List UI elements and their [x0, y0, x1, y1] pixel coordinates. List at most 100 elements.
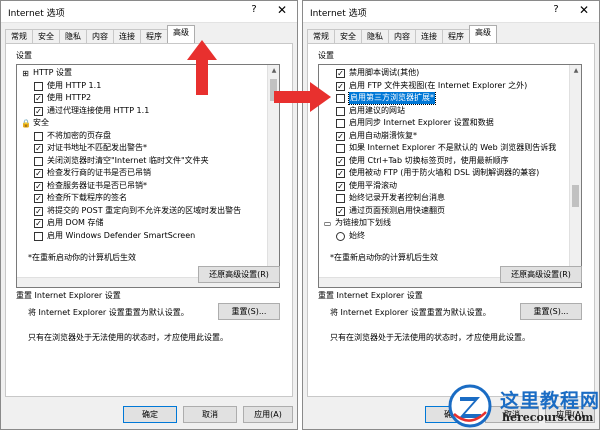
restore-advanced-settings-button[interactable]: 还原高级设置(R) — [500, 266, 582, 283]
lock-icon: 🔒 — [21, 119, 31, 128]
settings-item-label: 始终记录开发者控制台消息 — [349, 193, 445, 202]
checkbox[interactable]: ✓ — [34, 94, 43, 103]
reset-warning-note: 只有在浏览器处于无法使用的状态时，才应使用此设置。 — [28, 333, 228, 342]
reset-button[interactable]: 重置(S)... — [520, 303, 582, 320]
settings-item-label: 使用被动 FTP (用于防火墙和 DSL 调制解调器的兼容) — [349, 168, 540, 177]
settings-list-item[interactable]: ✓ 将提交的 POST 重定向到不允许发送的区域时发出警告 — [17, 205, 267, 218]
settings-list-item[interactable]: ▭ 为链接加下划线 — [319, 217, 569, 230]
close-button[interactable]: ✕ — [273, 3, 291, 17]
settings-item-label: 启用同步 Internet Explorer 设置和数据 — [349, 118, 494, 127]
settings-list-item[interactable]: 🔒 安全 — [17, 117, 267, 130]
scrollbar-thumb[interactable] — [572, 185, 579, 207]
settings-item-label: 启用自动崩溃恢复* — [349, 130, 417, 140]
advanced-tab-panel: 设置 ✓ 禁用脚本调试(其他) ✓ 启用 FTP 文件夹视图(在 Internet E… — [307, 43, 595, 397]
checkbox[interactable]: ✓ — [34, 181, 43, 191]
settings-list-item[interactable]: ✓ 使用平滑滚动 — [319, 180, 569, 193]
restart-note: *在重新启动你的计算机后生效 — [330, 253, 438, 262]
checkbox[interactable]: ✓ — [34, 194, 43, 203]
settings-item-label: 启用第三方浏览器扩展* — [348, 92, 436, 105]
settings-list-item[interactable]: ✓ 对证书地址不匹配发出警告* — [17, 142, 267, 155]
settings-list-item[interactable]: 启用同步 Internet Explorer 设置和数据 — [319, 117, 569, 130]
checkbox[interactable] — [34, 156, 43, 166]
title-bar: Internet 选项 ? ✕ — [1, 1, 297, 23]
settings-list-item[interactable]: ✓ 通过页面预测启用快速翻页 — [319, 205, 569, 218]
settings-list-item[interactable]: ✓ 启用自动崩溃恢复* — [319, 130, 569, 143]
checkbox[interactable] — [336, 194, 345, 203]
settings-list-item[interactable]: 不将加密的页存盘 — [17, 130, 267, 143]
internet-options-dialog-right: Internet 选项 ? ✕ 常规 安全 隐私 内容 连接 程序 高级 设置 ✓ 禁用脚本调… — [302, 0, 600, 430]
settings-list-item[interactable]: ✓ 使用 HTTP2 — [17, 92, 267, 105]
settings-list-item[interactable]: 如果 Internet Explorer 不是默认的 Web 浏览器则告诉我 — [319, 142, 569, 155]
settings-item-label: 如果 Internet Explorer 不是默认的 Web 浏览器则告诉我 — [349, 143, 557, 152]
checkbox[interactable]: ✓ — [34, 106, 43, 116]
settings-list-item[interactable]: ✓ 使用 Ctrl+Tab 切换标签页时，使用最新顺序 — [319, 155, 569, 168]
checkbox[interactable]: ✓ — [336, 69, 345, 78]
checkbox[interactable]: ✓ — [336, 81, 345, 91]
settings-list-item[interactable]: 启用 Windows Defender SmartScreen — [17, 230, 267, 243]
settings-list-item[interactable]: ✓ 使用被动 FTP (用于防火墙和 DSL 调制解调器的兼容) — [319, 167, 569, 180]
settings-vertical-scrollbar[interactable]: ▲ ▼ — [569, 65, 581, 287]
cancel-button[interactable]: 取消 — [183, 406, 237, 423]
checkbox[interactable] — [34, 231, 43, 241]
checkbox[interactable] — [336, 94, 345, 103]
reset-button[interactable]: 重置(S)... — [218, 303, 280, 320]
checkbox[interactable] — [34, 131, 43, 141]
checkbox[interactable] — [336, 106, 345, 116]
ok-button[interactable]: 确定 — [123, 406, 177, 423]
radio-button[interactable] — [336, 231, 345, 241]
tab-6[interactable]: 高级 — [469, 25, 497, 43]
up-arrow-annotation-icon — [187, 40, 217, 95]
settings-list-item[interactable]: 启用第三方浏览器扩展* — [319, 92, 569, 105]
close-button[interactable]: ✕ — [575, 3, 593, 17]
settings-item-label: 启用 FTP 文件夹视图(在 Internet Explorer 之外) — [349, 80, 528, 90]
settings-list-item[interactable]: 始终 — [319, 230, 569, 243]
settings-list-item[interactable]: ✓ 通过代理连接使用 HTTP 1.1 — [17, 105, 267, 118]
checkbox[interactable]: ✓ — [34, 219, 43, 228]
scroll-up-arrow-icon[interactable]: ▲ — [268, 65, 279, 76]
help-button[interactable]: ? — [247, 4, 261, 15]
checkbox[interactable] — [336, 119, 345, 128]
checkbox[interactable]: ✓ — [34, 169, 43, 178]
settings-list-item[interactable]: ✓ 检查发行商的证书是否已吊销 — [17, 167, 267, 180]
reset-description: 将 Internet Explorer 设置重置为默认设置。 — [28, 308, 189, 317]
settings-item-label: 启用建议的网站 — [349, 105, 405, 115]
up-arrow-shape — [187, 40, 217, 95]
checkbox[interactable]: ✓ — [336, 156, 345, 166]
checkbox[interactable]: ✓ — [336, 181, 345, 191]
restore-advanced-settings-button[interactable]: 还原高级设置(R) — [198, 266, 280, 283]
settings-list-item[interactable]: ✓ 检查服务器证书是否已吊销* — [17, 180, 267, 193]
settings-item-label: 始终 — [349, 230, 365, 240]
apply-button[interactable]: 应用(A) — [243, 406, 293, 423]
restart-note: *在重新启动你的计算机后生效 — [28, 253, 136, 262]
settings-list-items: ⊞ HTTP 设置 使用 HTTP 1.1 ✓ 使用 HTTP2 ✓ 通过代理连接使用 HT… — [17, 67, 267, 242]
checkbox[interactable]: ✓ — [34, 144, 43, 153]
globe-icon: ⊞ — [22, 69, 29, 78]
tab-strip: 常规 安全 隐私 内容 连接 程序 高级 — [5, 25, 293, 45]
checkbox[interactable]: ✓ — [336, 206, 345, 216]
right-arrow-annotation-icon — [274, 82, 331, 112]
settings-item-label: 检查发行商的证书是否已吊销 — [47, 168, 151, 177]
settings-list-item[interactable]: ✓ 启用 DOM 存储 — [17, 217, 267, 230]
title-bar: Internet 选项 ? ✕ — [303, 1, 599, 23]
settings-item-label: 不将加密的页存盘 — [47, 130, 111, 140]
checkbox[interactable] — [336, 144, 345, 153]
checkbox[interactable]: ✓ — [336, 131, 345, 141]
watermark-url: herecours.com — [502, 411, 594, 424]
settings-list-item[interactable]: ✓ 禁用脚本调试(其他) — [319, 67, 569, 80]
tab-strip: 常规 安全 隐私 内容 连接 程序 高级 — [307, 25, 595, 45]
settings-list-item[interactable]: 始终记录开发者控制台消息 — [319, 192, 569, 205]
watermark-logo-icon — [448, 384, 492, 428]
checkbox[interactable] — [34, 81, 43, 91]
settings-list-item[interactable]: ✓ 启用 FTP 文件夹视图(在 Internet Explorer 之外) — [319, 80, 569, 93]
settings-item-label: 启用 Windows Defender SmartScreen — [47, 230, 196, 240]
settings-list-item[interactable]: 启用建议的网站 — [319, 105, 569, 118]
help-button[interactable]: ? — [549, 4, 563, 15]
checkbox[interactable]: ✓ — [34, 206, 43, 216]
scroll-up-arrow-icon[interactable]: ▲ — [570, 65, 581, 76]
settings-list-item[interactable]: 使用 HTTP 1.1 — [17, 80, 267, 93]
checkbox[interactable]: ✓ — [336, 169, 345, 178]
settings-item-label: 通过代理连接使用 HTTP 1.1 — [47, 105, 150, 115]
settings-list-item[interactable]: 关闭浏览器时清空"Internet 临时文件"文件夹 — [17, 155, 267, 168]
settings-list-item[interactable]: ✓ 检查所下载程序的签名 — [17, 192, 267, 205]
settings-list-item[interactable]: ⊞ HTTP 设置 — [17, 67, 267, 80]
